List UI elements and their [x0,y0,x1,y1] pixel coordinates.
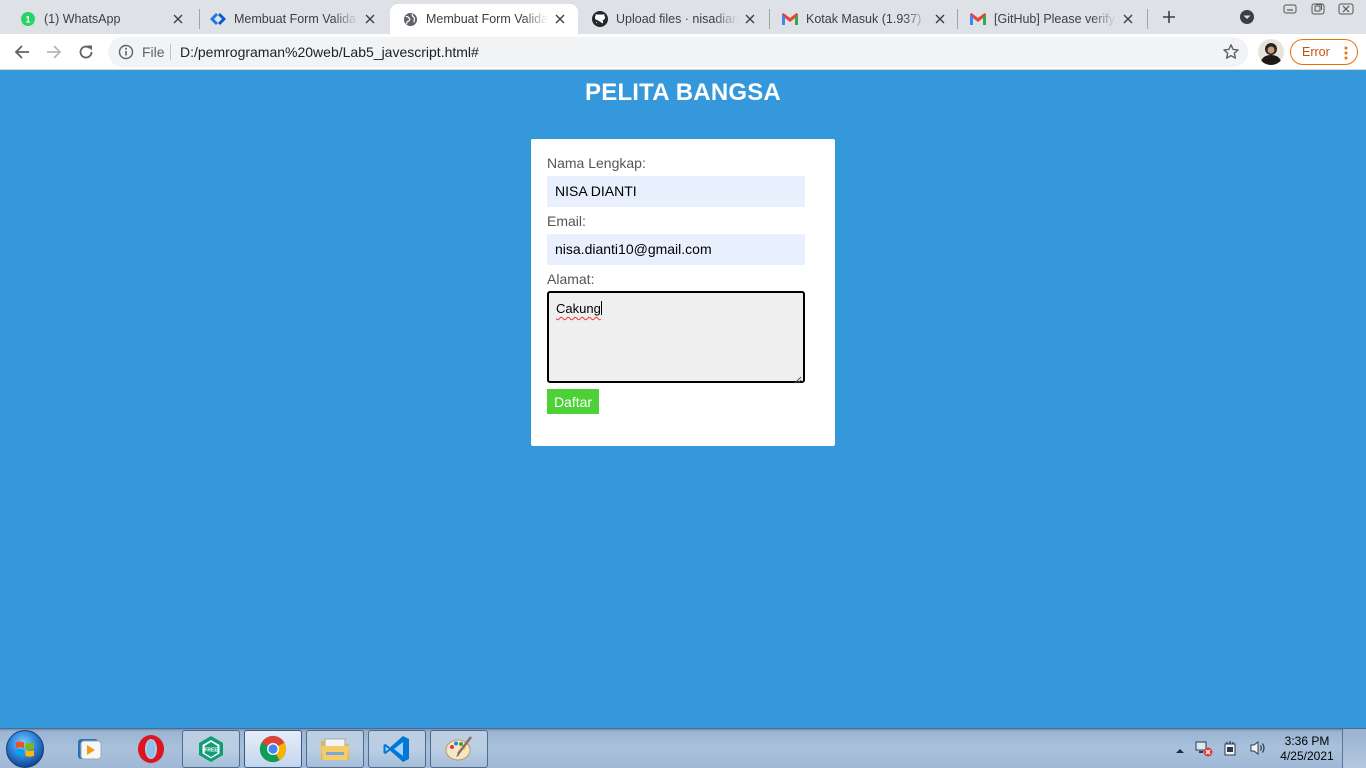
chrome-icon [259,735,287,763]
reload-button[interactable] [72,38,100,66]
scheme-label: File [142,44,165,60]
minimize-button[interactable] [1276,0,1304,18]
gmail-icon [782,11,798,27]
gmail-icon [970,11,986,27]
close-tab-icon[interactable] [552,11,568,27]
daftar-submit-button[interactable]: Daftar [547,389,599,414]
tab-title: (1) WhatsApp [44,12,121,26]
email-input[interactable]: nisa.dianti10@gmail.com [547,234,805,265]
vscode-icon [383,736,409,762]
tab-gmail-github-verify[interactable]: [GitHub] Please verify y [958,4,1146,34]
minimize-icon [1283,4,1297,14]
action-center-flag-icon[interactable] [1223,739,1239,762]
svg-text:FREE: FREE [204,748,218,754]
network-error-icon[interactable] [1195,739,1213,762]
tab-gmail-inbox[interactable]: Kotak Masuk (1.937) - n [770,4,958,34]
address-value: Cakung [556,301,601,316]
system-tray [1175,739,1267,762]
back-button[interactable] [8,38,36,66]
freedom-vpn-icon: FREE [199,736,223,762]
url-text[interactable]: D:/pemrograman%20web/Lab5_javescript.htm… [180,44,479,60]
window-controls [1276,0,1360,18]
svg-text:1: 1 [25,15,30,25]
resize-handle-icon[interactable] [794,372,802,384]
close-window-button[interactable] [1332,0,1360,18]
more-vert-icon[interactable] [1344,45,1348,61]
tab-membuat-form-1[interactable]: Membuat Form Validasi [198,4,388,34]
restore-icon [1311,3,1325,15]
clock-date: 4/25/2021 [1280,749,1334,763]
taskbar-file-explorer[interactable] [306,730,364,768]
show-desktop-button[interactable] [1342,729,1366,768]
error-profile-button[interactable]: Error [1290,39,1358,65]
forward-button[interactable] [40,38,68,66]
windows-taskbar: FREE 3:36 PM 4/25/2021 [0,728,1366,768]
close-tab-icon[interactable] [170,11,186,27]
arrow-left-icon [14,45,29,59]
info-icon[interactable] [118,44,134,60]
arrow-right-icon [47,45,62,59]
tab-whatsapp[interactable]: 1 (1) WhatsApp [8,4,196,34]
taskbar-chrome[interactable] [244,730,302,768]
github-icon [592,11,608,27]
tab-title: Kotak Masuk (1.937) - n [806,12,928,26]
avatar-icon [1258,39,1284,65]
file-explorer-icon [321,738,349,760]
browser-toolbar: File D:/pemrograman%20web/Lab5_javescrip… [0,34,1366,70]
email-label: Email: [547,213,586,229]
tab-membuat-form-active[interactable]: Membuat Form Validasi [390,4,578,34]
address-divider [170,44,171,60]
bookmark-star-icon[interactable] [1222,43,1240,61]
address-label: Alamat: [547,271,595,287]
taskbar-freedom-vpn[interactable]: FREE [182,730,240,768]
reload-icon [79,45,93,59]
tab-strip: 1 (1) WhatsApp Membuat Form Validasi Mem… [0,0,1366,34]
text-caret [600,301,602,315]
kodingan-icon [210,11,226,27]
address-textarea[interactable]: Cakung [547,291,805,384]
tab-title: Upload files · nisadianti [616,12,738,26]
close-icon [1338,3,1354,15]
tab-github-upload[interactable]: Upload files · nisadianti [580,4,768,34]
tab-separator [1147,9,1148,29]
error-label: Error [1302,45,1330,59]
tab-title: Membuat Form Validasi [426,12,548,26]
taskbar-vscode[interactable] [368,730,426,768]
address-bar[interactable]: File D:/pemrograman%20web/Lab5_javescrip… [108,37,1248,67]
taskbar-windows-media-player[interactable] [60,730,118,768]
opera-icon [138,735,164,763]
registration-form: Nama Lengkap: NISA DIANTI Email: nisa.di… [531,139,835,446]
plus-icon [1163,11,1175,23]
new-tab-button[interactable] [1158,6,1180,28]
taskbar-opera[interactable] [122,730,180,768]
close-tab-icon[interactable] [742,11,758,27]
show-hidden-icons-icon[interactable] [1175,742,1185,760]
volume-icon[interactable] [1249,740,1267,761]
windows-media-player-icon [78,739,102,760]
close-tab-icon[interactable] [1120,11,1136,27]
chevron-down-circle-icon [1240,10,1254,24]
tab-search-button[interactable] [1238,8,1256,26]
close-tab-icon[interactable] [932,11,948,27]
start-button[interactable] [6,730,44,768]
page-title: PELITA BANGSA [585,79,781,106]
tab-title: [GitHub] Please verify y [994,12,1116,26]
name-input[interactable]: NISA DIANTI [547,176,805,207]
windows-logo-icon [16,741,34,757]
restore-button[interactable] [1304,0,1332,18]
close-tab-icon[interactable] [362,11,378,27]
tab-title: Membuat Form Validasi [234,12,358,26]
name-label: Nama Lengkap: [547,155,646,171]
whatsapp-icon: 1 [20,11,36,27]
system-clock[interactable]: 3:36 PM 4/25/2021 [1272,734,1342,764]
profile-avatar[interactable] [1258,39,1284,65]
globe-icon [402,11,418,27]
taskbar-paint[interactable] [430,730,488,768]
clock-time: 3:36 PM [1284,734,1330,748]
paint-icon [445,736,472,761]
